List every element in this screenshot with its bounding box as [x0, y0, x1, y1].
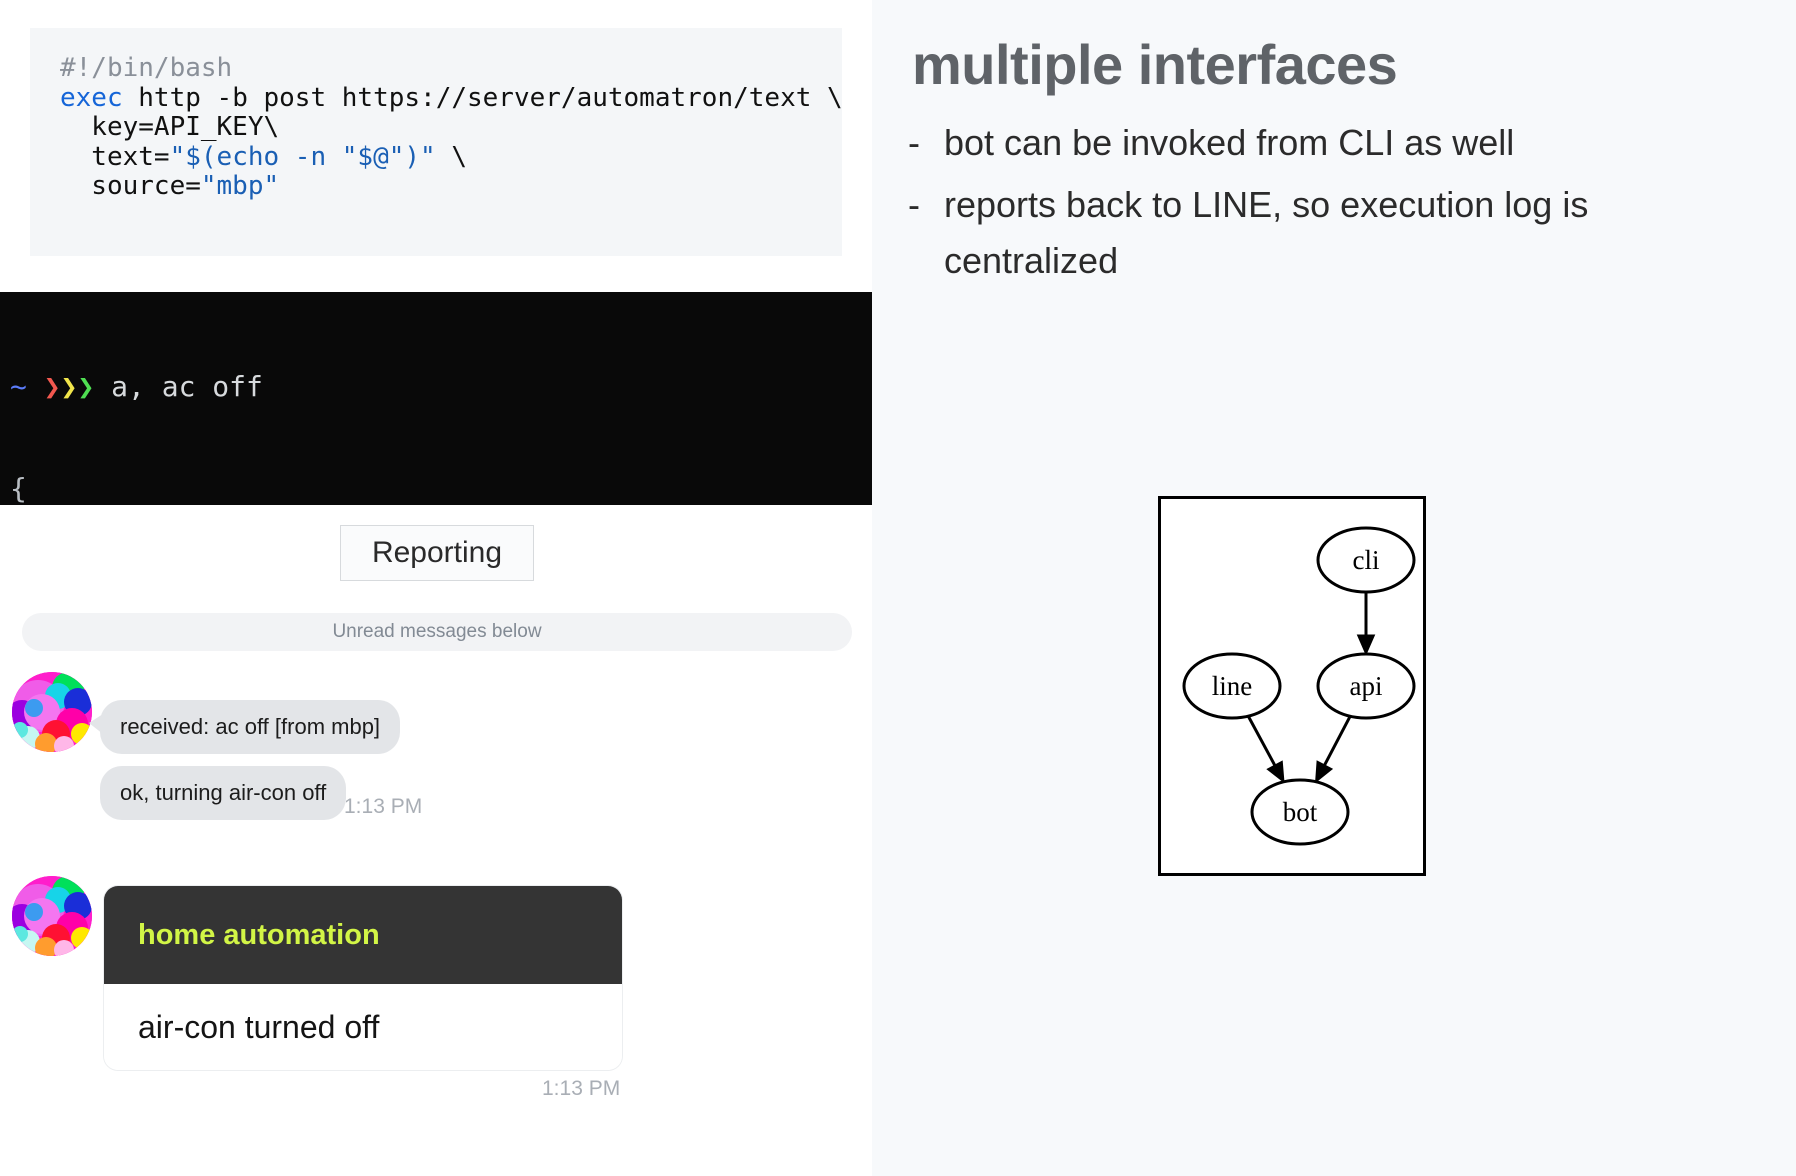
bullet-text: bot can be invoked from CLI as well: [944, 122, 1515, 163]
chat-message-text: ok, turning air-con off: [120, 780, 327, 805]
bullet-marker: -: [908, 122, 920, 163]
card-body: air-con turned off: [104, 984, 622, 1070]
chevron-1-icon: ❯: [43, 370, 61, 403]
avatar-blob-icon: [12, 672, 92, 752]
graph-node-label: bot: [1283, 797, 1318, 827]
card-title: home automation: [138, 918, 380, 951]
code-line: exec http -b post https://server/automat…: [60, 82, 843, 113]
card-timestamp: 1:13 PM: [542, 1077, 621, 1100]
code-line: #!/bin/bash: [60, 53, 233, 83]
bullet-text: reports back to LINE, so execution log i…: [944, 184, 1589, 281]
avatar-blob-icon: [12, 876, 92, 956]
graph-node-label: api: [1350, 671, 1383, 701]
graph-svg: cli line api bot: [1158, 496, 1426, 876]
avatar: [12, 876, 92, 956]
code-line: key=API_KEY\: [91, 112, 280, 142]
card-header: home automation: [104, 886, 622, 984]
chat-bubble-reply: ok, turning air-con off: [100, 766, 347, 820]
json-open-brace: {: [10, 472, 27, 505]
page-title: multiple interfaces: [912, 33, 1398, 96]
code-line: source="mbp": [91, 171, 280, 201]
code-line: text="$(echo -n "$@")" \: [91, 141, 467, 172]
avatar: [12, 672, 92, 752]
left-panel: #!/bin/bash exec http -b post https://ser…: [0, 0, 872, 1176]
terminal-prompt-line: ~ ❯❯❯ a, ac off: [10, 370, 872, 404]
slide: #!/bin/bash exec http -b post https://ser…: [0, 0, 1796, 1176]
unread-messages-label: Unread messages below: [332, 621, 542, 642]
architecture-graph: cli line api bot: [1158, 496, 1426, 876]
list-item: - bot can be invoked from CLI as well: [908, 115, 1738, 171]
prompt-path: ~: [10, 370, 27, 403]
graph-node-label: cli: [1353, 545, 1380, 575]
graph-node-label: line: [1212, 671, 1253, 701]
list-item: - reports back to LINE, so execution log…: [908, 177, 1738, 289]
terminal-output: ~ ❯❯❯ a, ac off { "ok": true, "reply": "…: [0, 292, 872, 811]
chevron-3-icon: ❯: [77, 370, 95, 403]
bash-script-code-block: #!/bin/bash exec http -b post https://ser…: [30, 28, 843, 256]
chat-bubble-received: received: ac off [from mbp]: [88, 700, 401, 754]
bullet-list: - bot can be invoked from CLI as well - …: [908, 115, 1738, 295]
unread-messages-divider: Unread messages below: [22, 613, 852, 651]
reporting-label: Reporting: [371, 536, 503, 569]
right-panel: multiple interfaces - bot can be invoked…: [872, 0, 1796, 1176]
chat-panel: [0, 505, 872, 1176]
automation-card[interactable]: home automation air-con turned off: [104, 886, 622, 1070]
reporting-section-button[interactable]: Reporting: [340, 525, 534, 581]
message-timestamp: 1:13 PM: [344, 795, 423, 818]
bullet-marker: -: [908, 184, 920, 225]
chat-message-text: received: ac off [from mbp]: [120, 714, 381, 739]
terminal-command: a, ac off: [111, 370, 263, 403]
chevron-2-icon: ❯: [60, 370, 78, 403]
card-body-text: air-con turned off: [138, 1008, 380, 1045]
